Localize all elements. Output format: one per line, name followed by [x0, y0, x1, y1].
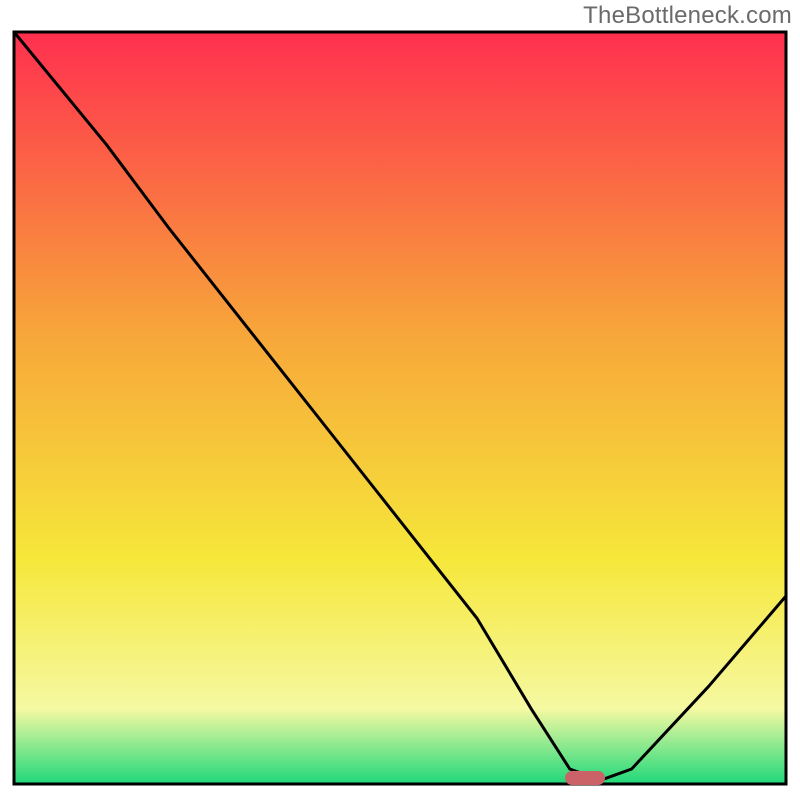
bottleneck-chart — [10, 28, 790, 788]
watermark-text: TheBottleneck.com — [583, 2, 792, 30]
gradient-background — [14, 32, 786, 784]
chart-frame — [10, 28, 790, 788]
sweet-spot-marker — [565, 771, 605, 785]
